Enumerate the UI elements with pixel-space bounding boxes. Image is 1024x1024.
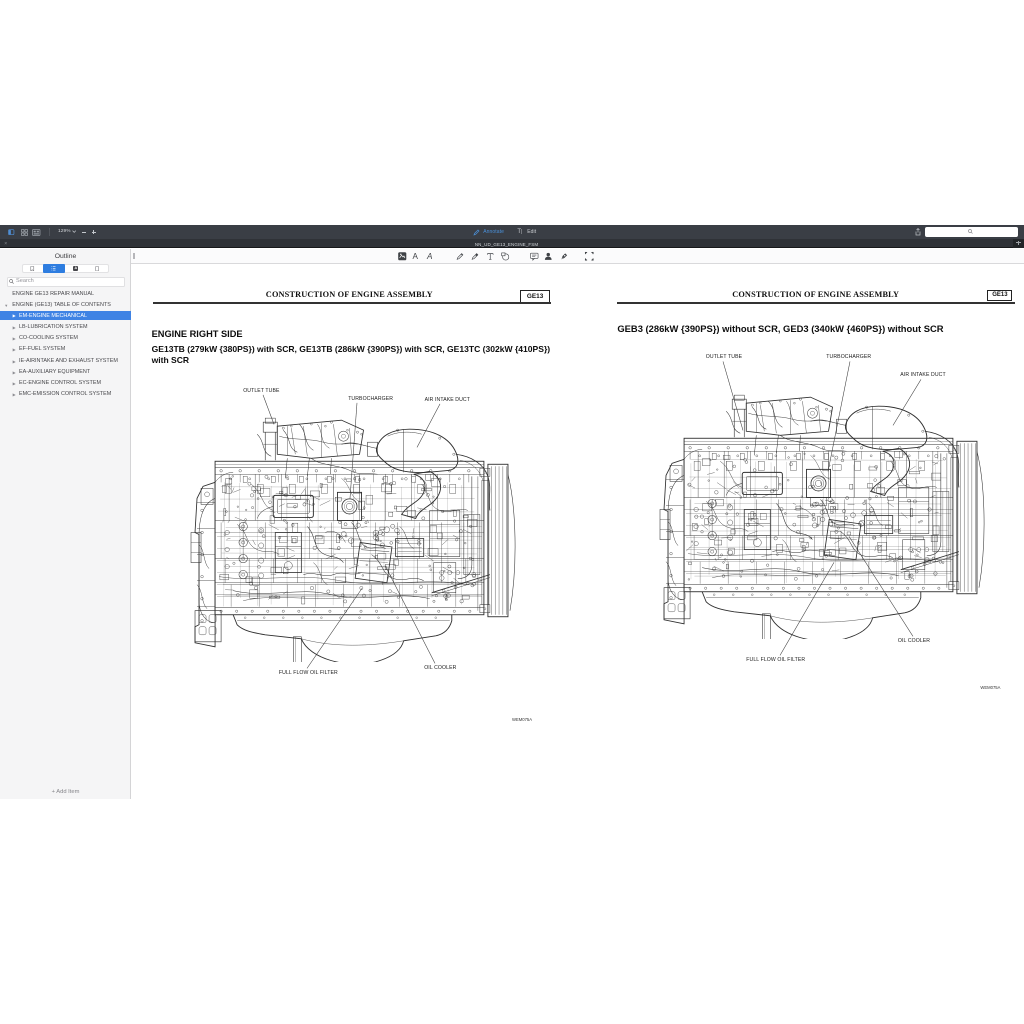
svg-text:A: A xyxy=(413,252,419,261)
svg-text:A: A xyxy=(426,252,432,261)
